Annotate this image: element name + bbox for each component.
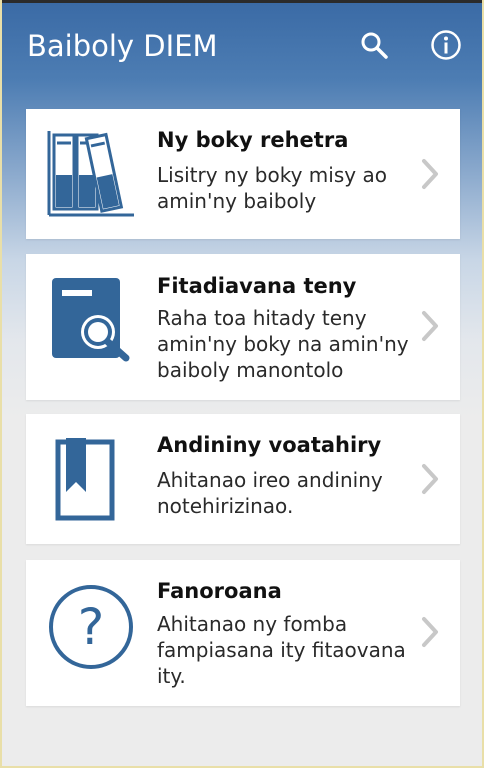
chevron-right-icon — [422, 617, 438, 647]
menu-item-title: Fitadiavana teny — [157, 274, 357, 298]
app-screen: Baiboly DIEM Ny boky rehetra Lisitry ny … — [0, 0, 484, 768]
menu-item-title: Ny boky rehetra — [157, 128, 349, 152]
bookmark-icon — [46, 436, 116, 522]
search-button[interactable] — [354, 25, 394, 65]
chevron-right-icon — [422, 159, 438, 189]
bookshelf-icon — [46, 131, 136, 217]
menu-item-all-books[interactable]: Ny boky rehetra Lisitry ny boky misy ao … — [26, 109, 460, 239]
book-search-icon — [46, 276, 130, 362]
chevron-right-icon — [422, 464, 438, 494]
menu-item-search-words[interactable]: Fitadiavana teny Raha toa hitady teny am… — [26, 254, 460, 400]
chevron-right-icon — [422, 311, 438, 341]
search-icon — [361, 32, 388, 59]
info-icon — [431, 30, 461, 60]
info-button[interactable] — [426, 25, 466, 65]
menu-item-help[interactable]: ? Fanoroana Ahitanao ny fomba fampiasana… — [26, 560, 460, 706]
help-icon: ? — [46, 582, 136, 672]
menu-item-title: Andininy voatahiry — [157, 433, 382, 457]
app-title: Baiboly DIEM — [27, 29, 218, 63]
menu-item-subtitle: Ahitanao ireo andininy notehirizinao. — [157, 468, 383, 518]
menu-item-subtitle: Raha toa hitady teny amin'ny boky na ami… — [157, 306, 409, 382]
svg-text:?: ? — [78, 598, 105, 656]
menu-item-subtitle: Lisitry ny boky misy ao amin'ny baiboly — [157, 163, 387, 213]
menu-item-saved-verses[interactable]: Andininy voatahiry Ahitanao ireo andinin… — [26, 414, 460, 544]
app-bar: Baiboly DIEM — [2, 3, 482, 87]
menu-item-subtitle: Ahitanao ny fomba fampiasana ity fitaova… — [157, 612, 406, 688]
menu-item-title: Fanoroana — [157, 579, 282, 603]
